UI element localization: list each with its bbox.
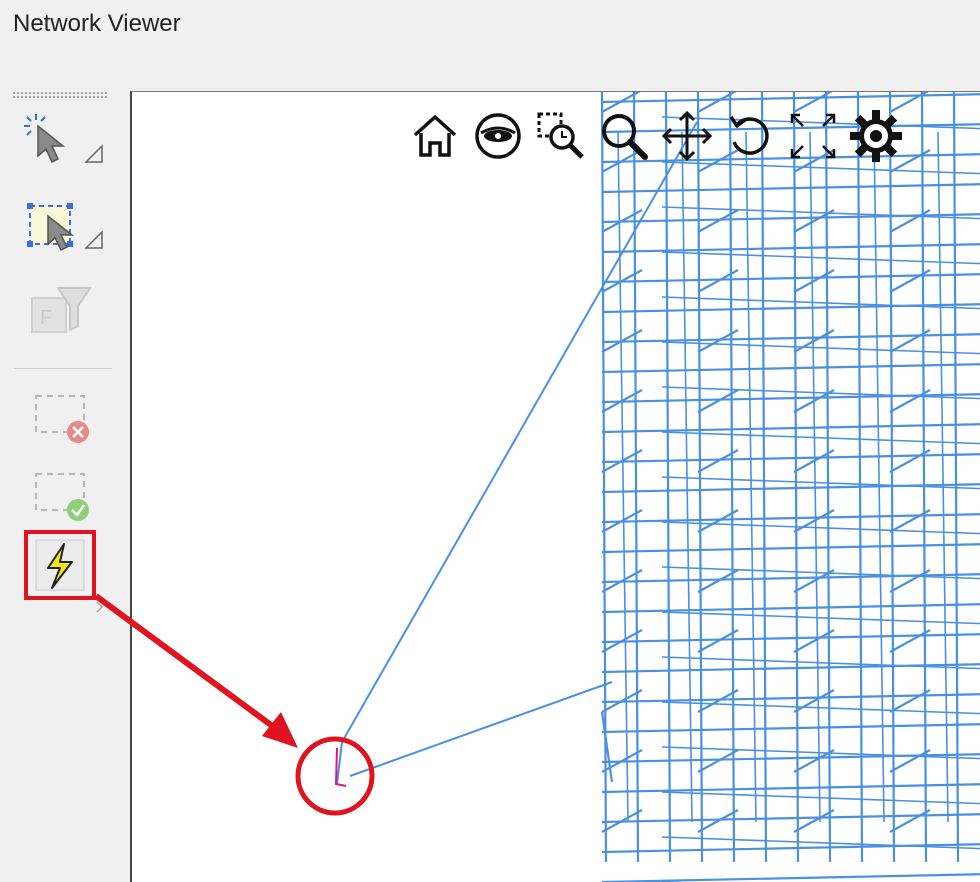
annotation-overlay (94, 593, 375, 816)
annotation-arrowhead (262, 712, 298, 748)
annotation-circle (295, 736, 375, 816)
annotation-arrow (94, 593, 277, 731)
highlighted-segment (334, 747, 347, 787)
